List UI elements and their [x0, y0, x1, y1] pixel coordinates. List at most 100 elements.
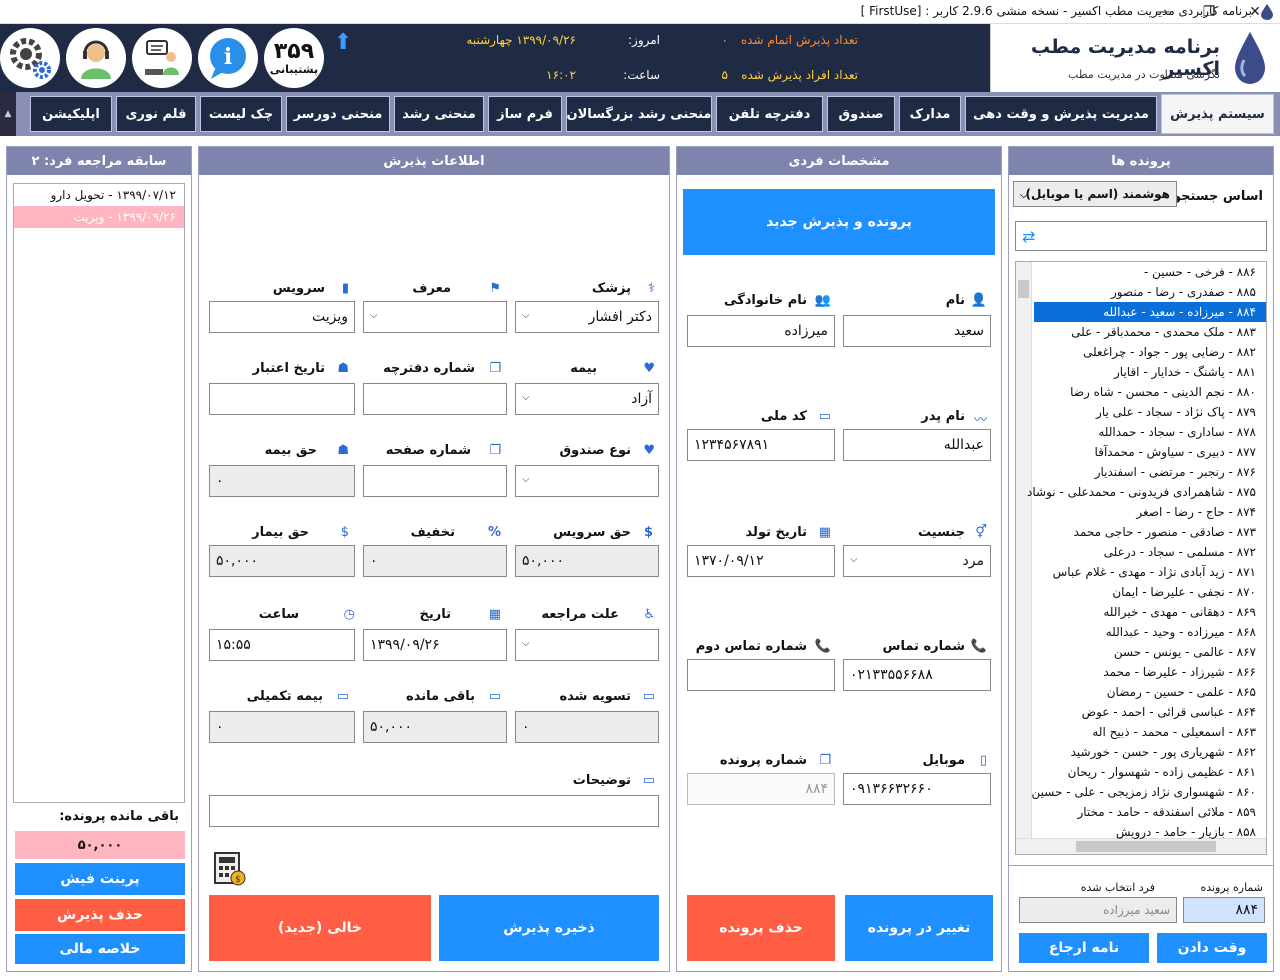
page-input[interactable]: [363, 465, 507, 497]
tab-phonebook[interactable]: دفترچه تلفن: [716, 96, 823, 132]
tab-light-pen[interactable]: قلم نوری: [116, 96, 196, 132]
national-id-input[interactable]: ۱۲۳۴۵۶۷۸۹۱: [687, 429, 835, 461]
patient-list-item[interactable]: ۸۷۰ - نجفی - علیرضا - ایمان: [1034, 582, 1266, 602]
father-name-input[interactable]: عبدالله: [843, 429, 991, 461]
phone-input[interactable]: ۰۲۱۳۳۵۵۶۶۸۸: [843, 659, 991, 691]
service-input[interactable]: ویزیت: [209, 301, 355, 333]
chevron-down-icon: ⌵: [1020, 190, 1028, 201]
phone2-input[interactable]: [687, 659, 835, 691]
tab-checklist[interactable]: چک لیست: [200, 96, 282, 132]
birth-date-input[interactable]: ۱۳۷۰/۰۹/۱۲: [687, 545, 835, 577]
patient-list-item[interactable]: ۸۶۰ - شهسواری نژاد زمزیجی - علی - حسین: [1032, 782, 1266, 802]
patient-list-item[interactable]: ۸۷۳ - صادقی - منصور - حاجی محمد: [1034, 522, 1266, 542]
patient-list[interactable]: ۸۸۶ - فرخی - حسین -۸۸۵ - صفدری - رضا - م…: [1015, 261, 1267, 855]
clear-new-button[interactable]: خالی (جدید): [209, 895, 431, 961]
booklet-input[interactable]: [363, 383, 507, 415]
validity-input[interactable]: [209, 383, 355, 415]
notes-input[interactable]: [209, 795, 659, 827]
patient-list-scrollbar[interactable]: [1016, 262, 1032, 838]
patient-list-item[interactable]: ۸۷۹ - پاک نژاد - سجاد - علی یار: [1034, 402, 1266, 422]
patient-list-item[interactable]: ۸۸۰ - نجم الدینی - محسن - شاه رضا: [1034, 382, 1266, 402]
selected-person-field: سعید میرزاده: [1019, 897, 1177, 923]
history-item[interactable]: ۱۳۹۹/۰۷/۱۲ - تحویل دارو: [14, 184, 184, 206]
patient-list-item[interactable]: ۸۶۶ - شیرزاد - علیرضا - محمد: [1034, 662, 1266, 682]
tab-growth-curve[interactable]: منحنی رشد: [394, 96, 484, 132]
tab-cashbox[interactable]: صندوق: [827, 96, 895, 132]
referral-letter-button[interactable]: نامه ارجاع: [1019, 933, 1149, 963]
hour-input[interactable]: ۱۵:۵۵: [209, 629, 355, 661]
reason-label: علت مراجعه: [541, 607, 619, 622]
new-file-admission-button[interactable]: پرونده و پذیرش جدید: [683, 189, 995, 255]
patient-list-item[interactable]: ۸۷۱ - زید آبادی نژاد - مهدی - غلام عباس: [1034, 562, 1266, 582]
father-name-value: عبدالله: [943, 437, 984, 453]
completed-label: تعداد پذیرش اتمام شده: [740, 33, 858, 47]
discount-field[interactable]: ۰: [363, 545, 507, 577]
fund-select[interactable]: ⌵: [515, 465, 659, 497]
tab-adult-growth-curve[interactable]: منحنی رشد بزرگسالان: [566, 96, 712, 132]
chat-support-button[interactable]: [132, 28, 192, 88]
patient-list-item[interactable]: ۸۸۱ - یاشنگ - خدایار - اقایار: [1034, 362, 1266, 382]
referrer-select[interactable]: ⌵: [363, 301, 507, 333]
gender-select[interactable]: مرد ⌵: [843, 545, 991, 577]
settings-button[interactable]: [0, 28, 60, 88]
tab-head-circumference[interactable]: منحنی دورسر: [286, 96, 390, 132]
last-name-input[interactable]: میرزاده: [687, 315, 835, 347]
up-arrow-icon[interactable]: ⬆: [334, 30, 352, 55]
scroll-thumb[interactable]: [1018, 280, 1029, 298]
patient-list-item[interactable]: ۸۶۵ - علمی - حسین - رمضان: [1034, 682, 1266, 702]
history-item[interactable]: ۱۳۹۹/۰۹/۲۶ - ویزیت: [14, 206, 184, 228]
tab-application[interactable]: اپلیکیشن: [30, 96, 112, 132]
print-receipt-button[interactable]: پرینت فیش: [15, 863, 185, 895]
patient-list-item[interactable]: ۸۷۴ - حاج - رضا - اصغر: [1034, 502, 1266, 522]
delete-admission-button[interactable]: حذف پذیرش: [15, 899, 185, 931]
calculator-icon[interactable]: $: [213, 851, 247, 887]
patient-list-item[interactable]: ۸۸۴ - میرزاده - سعید - عبدالله: [1034, 302, 1266, 322]
first-name-input[interactable]: سعید: [843, 315, 991, 347]
info-button[interactable]: i: [198, 28, 258, 88]
patient-list-item[interactable]: ۸۶۲ - شهریاری پور - حسن - خورشید: [1034, 742, 1266, 762]
financial-summary-button[interactable]: خلاصه مالی: [15, 934, 185, 964]
tab-documents[interactable]: مدارک: [899, 96, 961, 132]
tab-form-builder[interactable]: فرم ساز: [488, 96, 562, 132]
mobile-input[interactable]: ۰۹۱۳۶۶۳۲۶۶۰: [843, 773, 991, 805]
patient-list-item[interactable]: ۸۵۸ - بازیار - حامد - درویش: [1034, 822, 1266, 842]
patient-list-item[interactable]: ۸۷۵ - شاهمرادی فریدونی - محمدعلی - نوشاد: [1027, 482, 1266, 502]
support-button[interactable]: ۳۵۹ پشتیبانی: [264, 28, 324, 88]
patient-list-item[interactable]: ۸۵۹ - ملائی اسفندقه - حامد - مختار: [1034, 802, 1266, 822]
patient-list-item[interactable]: ۸۶۳ - اسمعیلی - محمد - ذبیح اله: [1034, 722, 1266, 742]
patient-list-item[interactable]: ۸۶۷ - عالمی - یونس - حسن: [1034, 642, 1266, 662]
delete-file-button[interactable]: حذف پرونده: [687, 895, 835, 961]
patient-list-item[interactable]: ۸۶۱ - عظیمی زاده - شهسوار - ریحان: [1034, 762, 1266, 782]
operator-button[interactable]: [66, 28, 126, 88]
nav-scroll-up[interactable]: ▲: [5, 109, 12, 119]
patient-list-item[interactable]: ۸۷۶ - رنجبر - مرتضی - اسفندیار: [1034, 462, 1266, 482]
reason-select[interactable]: ⌵: [515, 629, 659, 661]
patient-list-item[interactable]: ۸۶۴ - عباسی قرائی - احمد - عوض: [1034, 702, 1266, 722]
search-input[interactable]: ⇄: [1015, 221, 1267, 251]
insurance-select[interactable]: آزاد ⌵: [515, 383, 659, 415]
patient-list-item[interactable]: ۸۸۲ - رضایی پور - جواد - چراغعلی: [1034, 342, 1266, 362]
doctor-select[interactable]: دکتر افشار ⌵: [515, 301, 659, 333]
patient-list-item[interactable]: ۸۶۸ - میرزاده - وحید - عبدالله: [1034, 622, 1266, 642]
patient-list-item[interactable]: ۸۸۶ - فرخی - حسین -: [1034, 262, 1266, 282]
nav-scroll[interactable]: ▲: [0, 92, 16, 136]
refresh-icon[interactable]: ⇄: [1022, 227, 1035, 246]
hscroll-thumb[interactable]: [1076, 841, 1216, 852]
patient-list-item[interactable]: ۸۸۳ - ملک محمدی - محمدباقر - علی: [1034, 322, 1266, 342]
tab-admission-management[interactable]: مدیریت پذیرش و وقت دهی: [965, 96, 1157, 132]
date-input[interactable]: ۱۳۹۹/۰۹/۲۶: [363, 629, 507, 661]
patient-list-item[interactable]: ۸۷۸ - ساداری - سجاد - حمدالله: [1034, 422, 1266, 442]
edit-file-button[interactable]: تغییر در پرونده: [845, 895, 993, 961]
patient-list-item[interactable]: ۸۷۲ - مسلمی - سجاد - درعلی: [1034, 542, 1266, 562]
close-button[interactable]: ✕: [1232, 0, 1278, 24]
tab-reception-system[interactable]: سیستم پذیرش: [1161, 94, 1274, 134]
save-admission-button[interactable]: ذخیره پذیرش: [439, 895, 659, 961]
search-mode-select[interactable]: هوشمند (اسم یا موبایل) ⌵: [1013, 181, 1177, 207]
minimize-button[interactable]: —: [1140, 0, 1186, 24]
maximize-button[interactable]: ❐: [1186, 0, 1232, 24]
patient-list-item[interactable]: ۸۷۷ - دبیری - سیاوش - محمدآقا: [1034, 442, 1266, 462]
patient-list-item[interactable]: ۸۶۹ - دهقانی - مهدی - خیرالله: [1034, 602, 1266, 622]
visit-history-list[interactable]: ۱۳۹۹/۰۷/۱۲ - تحویل دارو ۱۳۹۹/۰۹/۲۶ - ویز…: [13, 183, 185, 803]
appointment-button[interactable]: وقت دادن: [1157, 933, 1267, 963]
patient-list-item[interactable]: ۸۸۵ - صفدری - رضا - منصور: [1034, 282, 1266, 302]
